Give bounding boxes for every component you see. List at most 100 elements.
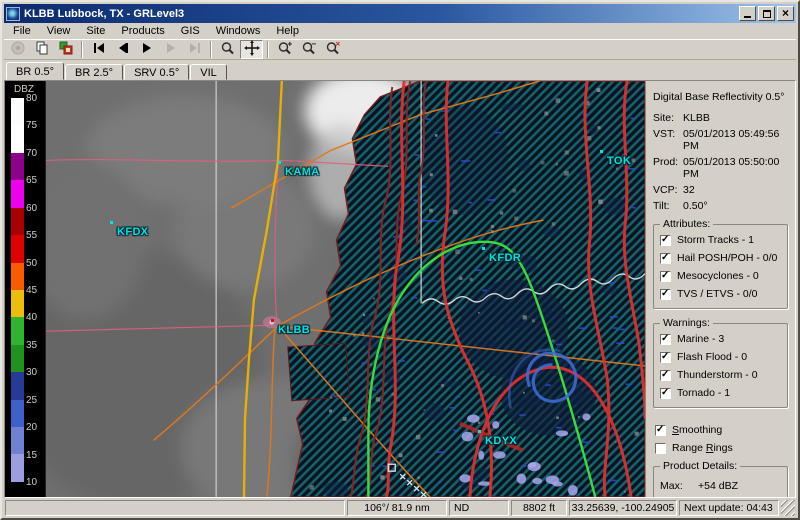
attributes-title: Attributes: — [660, 218, 713, 230]
menu-products[interactable]: Products — [113, 24, 172, 38]
content-area: DBZ 807570656055504540353025201510 — [4, 80, 796, 498]
dbz-tick-10: 10 — [26, 477, 37, 488]
zoom-in-button[interactable]: + — [273, 40, 296, 59]
toolbar-separator — [267, 41, 269, 58]
minimize-button[interactable] — [739, 6, 756, 21]
first-frame-icon — [91, 40, 107, 59]
dbz-tick-75: 75 — [26, 120, 37, 131]
radar-map-svg — [46, 81, 645, 497]
copy-icon — [34, 40, 50, 59]
tornado-1-checkbox[interactable] — [660, 388, 671, 399]
dbz-scale: DBZ 807570656055504540353025201510 — [5, 81, 45, 497]
prev-frame-icon — [115, 40, 131, 59]
status-segment-5: Next update: 04:43 — [679, 500, 779, 516]
zoom-reset-icon: × — [325, 40, 341, 59]
dbz-segment-50 — [11, 263, 24, 290]
window-buttons: × — [737, 6, 794, 21]
flash-flood-0-row: Flash Flood - 0 — [660, 351, 781, 363]
menu-site[interactable]: Site — [78, 24, 113, 38]
radar-map[interactable]: KAMAKFDXKFDRKLBBKDYXTOK — [45, 81, 645, 497]
zoom-in-icon: + — [277, 40, 293, 59]
tab-vil[interactable]: VIL — [190, 64, 227, 80]
info-prod: Prod:05/01/2013 05:50:00 PM — [653, 156, 788, 180]
info-label: Site: — [653, 112, 683, 124]
dbz-segment-25 — [11, 400, 24, 427]
range-rings-checkbox[interactable] — [655, 443, 666, 454]
tab-br-2-5[interactable]: BR 2.5° — [65, 64, 123, 80]
info-label: Tilt: — [653, 200, 683, 212]
info-vst: VST:05/01/2013 05:49:56 PM — [653, 128, 788, 152]
dbz-segment-75 — [11, 125, 24, 152]
menu-file[interactable]: File — [5, 24, 39, 38]
flash-flood-0-checkbox[interactable] — [660, 352, 671, 363]
dbz-tick-20: 20 — [26, 422, 37, 433]
gis-manager-button[interactable] — [54, 40, 77, 59]
hail-posh-poh-0-0-row: Hail POSH/POH - 0/0 — [660, 252, 781, 264]
svg-text:×: × — [335, 40, 340, 49]
detail-value: +54 dBZ — [698, 480, 738, 492]
hail-posh-poh-0-0-label: Hail POSH/POH - 0/0 — [677, 252, 777, 264]
marine-3-checkbox[interactable] — [660, 334, 671, 345]
dbz-segment-15 — [11, 454, 24, 481]
tab-strip: BR 0.5°BR 2.5°SRV 0.5°VIL — [4, 60, 796, 80]
range-rings-label: Range Rings — [672, 442, 733, 454]
zoom-out-button[interactable]: − — [297, 40, 320, 59]
dbz-segment-35 — [11, 345, 24, 372]
toolbar-separator — [210, 41, 212, 58]
close-icon: × — [782, 7, 789, 20]
thunderstorm-0-row: Thunderstorm - 0 — [660, 369, 781, 381]
dbz-segment-65 — [11, 180, 24, 207]
open-data-button[interactable] — [6, 40, 29, 59]
toolbar-separator — [81, 41, 83, 58]
info-label: VST: — [653, 128, 683, 152]
copy-button[interactable] — [30, 40, 53, 59]
pan-button[interactable] — [240, 40, 263, 59]
dbz-segment-20 — [11, 427, 24, 454]
app-icon — [6, 7, 20, 21]
smoothing-checkbox[interactable] — [655, 425, 666, 436]
side-panel: Digital Base Reflectivity 0.5° Site:KLBB… — [645, 81, 795, 497]
tab-br-0-5[interactable]: BR 0.5° — [6, 62, 64, 80]
tvs-etvs-0-0-checkbox[interactable] — [660, 289, 671, 300]
status-bar: 106°/ 81.9 nmND8802 ft33.25639, -100.249… — [4, 498, 796, 516]
dbz-tick-25: 25 — [26, 395, 37, 406]
smoothing-label: Smoothing — [672, 424, 722, 436]
dbz-segment-40 — [11, 317, 24, 344]
info-vcp: VCP:32 — [653, 184, 788, 196]
dbz-tick-55: 55 — [26, 230, 37, 241]
thunderstorm-0-checkbox[interactable] — [660, 370, 671, 381]
resize-grip[interactable] — [781, 500, 795, 516]
dbz-tick-45: 45 — [26, 285, 37, 296]
menu-windows[interactable]: Windows — [208, 24, 269, 38]
dbz-segment-45 — [11, 290, 24, 317]
close-button[interactable]: × — [777, 6, 794, 21]
detail-max: Max:+54 dBZ — [660, 480, 781, 492]
storm-tracks-1-checkbox[interactable] — [660, 235, 671, 246]
status-segment-1: 106°/ 81.9 nm — [347, 500, 447, 516]
maximize-button[interactable] — [758, 6, 775, 21]
titlebar[interactable]: KLBB Lubbock, TX - GRLevel3 × — [4, 4, 796, 23]
dbz-tick-65: 65 — [26, 175, 37, 186]
play-button[interactable] — [135, 40, 158, 59]
info-site: Site:KLBB — [653, 112, 788, 124]
menu-gis[interactable]: GIS — [173, 24, 208, 38]
open-data-icon — [10, 40, 26, 59]
first-frame-button[interactable] — [87, 40, 110, 59]
menu-help[interactable]: Help — [268, 24, 307, 38]
last-frame-button[interactable] — [183, 40, 206, 59]
warnings-group: Warnings: Marine - 3Flash Flood - 0Thund… — [653, 323, 788, 408]
mesocyclones-0-checkbox[interactable] — [660, 271, 671, 282]
next-frame-button[interactable] — [159, 40, 182, 59]
tab-srv-0-5[interactable]: SRV 0.5° — [124, 64, 189, 80]
product-details-group: Product Details: Max:+54 dBZ — [653, 466, 788, 497]
zoom-reset-button[interactable]: × — [321, 40, 344, 59]
menu-view[interactable]: View — [39, 24, 79, 38]
pan-icon — [244, 40, 260, 59]
info-value: 0.50° — [683, 200, 708, 212]
prev-frame-button[interactable] — [111, 40, 134, 59]
hail-posh-poh-0-0-checkbox[interactable] — [660, 253, 671, 264]
storm-tracks-1-label: Storm Tracks - 1 — [677, 234, 754, 246]
play-icon — [139, 40, 155, 59]
dbz-segment-55 — [11, 235, 24, 262]
zoom-select-button[interactable] — [216, 40, 239, 59]
